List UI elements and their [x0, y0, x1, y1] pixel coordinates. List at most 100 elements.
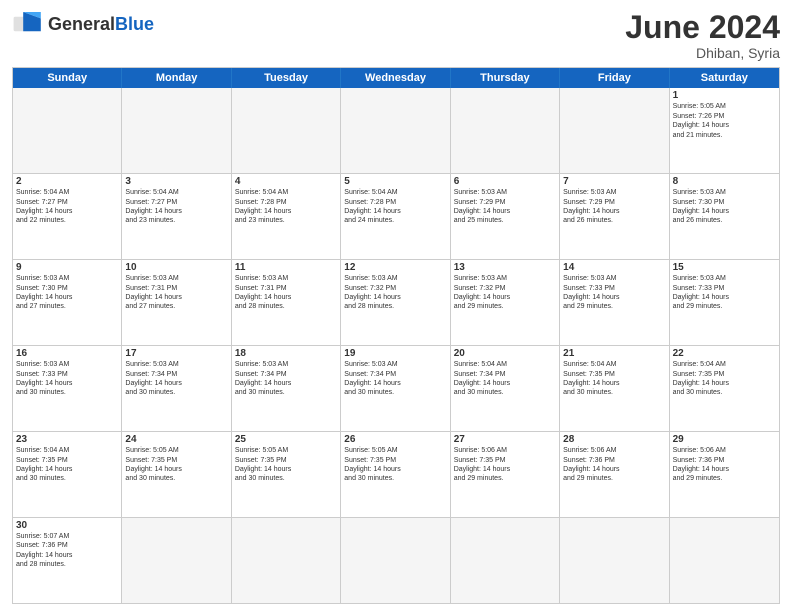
day-info: Sunrise: 5:03 AM Sunset: 7:32 PM Dayligh… — [344, 274, 446, 312]
calendar-cell-r2-c2: 11Sunrise: 5:03 AM Sunset: 7:31 PM Dayli… — [232, 260, 341, 345]
day-info: Sunrise: 5:03 AM Sunset: 7:34 PM Dayligh… — [344, 360, 446, 398]
calendar: Sunday Monday Tuesday Wednesday Thursday… — [12, 67, 780, 604]
calendar-cell-r3-c2: 18Sunrise: 5:03 AM Sunset: 7:34 PM Dayli… — [232, 346, 341, 431]
calendar-cell-r1-c6: 8Sunrise: 5:03 AM Sunset: 7:30 PM Daylig… — [670, 174, 779, 259]
calendar-cell-r3-c5: 21Sunrise: 5:04 AM Sunset: 7:35 PM Dayli… — [560, 346, 669, 431]
calendar-row-1: 2Sunrise: 5:04 AM Sunset: 7:27 PM Daylig… — [13, 173, 779, 259]
day-number: 20 — [454, 348, 556, 359]
calendar-cell-r3-c1: 17Sunrise: 5:03 AM Sunset: 7:34 PM Dayli… — [122, 346, 231, 431]
day-number: 7 — [563, 176, 665, 187]
day-number: 17 — [125, 348, 227, 359]
day-info: Sunrise: 5:05 AM Sunset: 7:35 PM Dayligh… — [344, 446, 446, 484]
day-info: Sunrise: 5:03 AM Sunset: 7:30 PM Dayligh… — [16, 274, 118, 312]
calendar-cell-r2-c0: 9Sunrise: 5:03 AM Sunset: 7:30 PM Daylig… — [13, 260, 122, 345]
logo: GeneralBlue — [12, 10, 154, 38]
day-number: 12 — [344, 262, 446, 273]
header-thursday: Thursday — [451, 68, 560, 88]
day-info: Sunrise: 5:03 AM Sunset: 7:33 PM Dayligh… — [673, 274, 776, 312]
day-info: Sunrise: 5:06 AM Sunset: 7:36 PM Dayligh… — [563, 446, 665, 484]
calendar-cell-r1-c3: 5Sunrise: 5:04 AM Sunset: 7:28 PM Daylig… — [341, 174, 450, 259]
day-info: Sunrise: 5:03 AM Sunset: 7:29 PM Dayligh… — [563, 188, 665, 226]
day-number: 26 — [344, 434, 446, 445]
day-number: 5 — [344, 176, 446, 187]
calendar-cell-r4-c0: 23Sunrise: 5:04 AM Sunset: 7:35 PM Dayli… — [13, 432, 122, 517]
day-number: 18 — [235, 348, 337, 359]
header-sunday: Sunday — [13, 68, 122, 88]
calendar-cell-r5-c1 — [122, 518, 231, 603]
calendar-cell-r1-c4: 6Sunrise: 5:03 AM Sunset: 7:29 PM Daylig… — [451, 174, 560, 259]
location: Dhiban, Syria — [625, 45, 780, 61]
day-info: Sunrise: 5:03 AM Sunset: 7:33 PM Dayligh… — [563, 274, 665, 312]
calendar-cell-r0-c1 — [122, 88, 231, 173]
header: GeneralBlue June 2024 Dhiban, Syria — [12, 10, 780, 61]
calendar-cell-r0-c2 — [232, 88, 341, 173]
calendar-cell-r4-c5: 28Sunrise: 5:06 AM Sunset: 7:36 PM Dayli… — [560, 432, 669, 517]
day-number: 29 — [673, 434, 776, 445]
header-saturday: Saturday — [670, 68, 779, 88]
day-info: Sunrise: 5:04 AM Sunset: 7:28 PM Dayligh… — [235, 188, 337, 226]
calendar-row-4: 23Sunrise: 5:04 AM Sunset: 7:35 PM Dayli… — [13, 431, 779, 517]
calendar-cell-r3-c4: 20Sunrise: 5:04 AM Sunset: 7:34 PM Dayli… — [451, 346, 560, 431]
day-number: 25 — [235, 434, 337, 445]
day-info: Sunrise: 5:03 AM Sunset: 7:31 PM Dayligh… — [125, 274, 227, 312]
calendar-cell-r5-c5 — [560, 518, 669, 603]
calendar-cell-r4-c3: 26Sunrise: 5:05 AM Sunset: 7:35 PM Dayli… — [341, 432, 450, 517]
calendar-cell-r3-c6: 22Sunrise: 5:04 AM Sunset: 7:35 PM Dayli… — [670, 346, 779, 431]
day-info: Sunrise: 5:04 AM Sunset: 7:34 PM Dayligh… — [454, 360, 556, 398]
day-info: Sunrise: 5:06 AM Sunset: 7:36 PM Dayligh… — [673, 446, 776, 484]
day-number: 8 — [673, 176, 776, 187]
day-info: Sunrise: 5:06 AM Sunset: 7:35 PM Dayligh… — [454, 446, 556, 484]
day-info: Sunrise: 5:04 AM Sunset: 7:35 PM Dayligh… — [673, 360, 776, 398]
calendar-cell-r2-c3: 12Sunrise: 5:03 AM Sunset: 7:32 PM Dayli… — [341, 260, 450, 345]
calendar-row-2: 9Sunrise: 5:03 AM Sunset: 7:30 PM Daylig… — [13, 259, 779, 345]
calendar-cell-r4-c6: 29Sunrise: 5:06 AM Sunset: 7:36 PM Dayli… — [670, 432, 779, 517]
header-wednesday: Wednesday — [341, 68, 450, 88]
day-number: 28 — [563, 434, 665, 445]
header-friday: Friday — [560, 68, 669, 88]
day-info: Sunrise: 5:04 AM Sunset: 7:27 PM Dayligh… — [16, 188, 118, 226]
calendar-row-5: 30Sunrise: 5:07 AM Sunset: 7:36 PM Dayli… — [13, 517, 779, 603]
day-number: 19 — [344, 348, 446, 359]
day-number: 3 — [125, 176, 227, 187]
title-block: June 2024 Dhiban, Syria — [625, 10, 780, 61]
day-number: 4 — [235, 176, 337, 187]
calendar-cell-r4-c1: 24Sunrise: 5:05 AM Sunset: 7:35 PM Dayli… — [122, 432, 231, 517]
calendar-cell-r4-c2: 25Sunrise: 5:05 AM Sunset: 7:35 PM Dayli… — [232, 432, 341, 517]
calendar-cell-r1-c1: 3Sunrise: 5:04 AM Sunset: 7:27 PM Daylig… — [122, 174, 231, 259]
calendar-body: 1Sunrise: 5:05 AM Sunset: 7:26 PM Daylig… — [13, 88, 779, 603]
day-info: Sunrise: 5:03 AM Sunset: 7:31 PM Dayligh… — [235, 274, 337, 312]
day-info: Sunrise: 5:04 AM Sunset: 7:35 PM Dayligh… — [16, 446, 118, 484]
day-number: 16 — [16, 348, 118, 359]
day-info: Sunrise: 5:03 AM Sunset: 7:29 PM Dayligh… — [454, 188, 556, 226]
logo-icon — [12, 10, 44, 38]
day-number: 13 — [454, 262, 556, 273]
day-number: 11 — [235, 262, 337, 273]
page: GeneralBlue June 2024 Dhiban, Syria Sund… — [0, 0, 792, 612]
calendar-cell-r5-c2 — [232, 518, 341, 603]
day-info: Sunrise: 5:04 AM Sunset: 7:27 PM Dayligh… — [125, 188, 227, 226]
day-info: Sunrise: 5:03 AM Sunset: 7:33 PM Dayligh… — [16, 360, 118, 398]
calendar-cell-r3-c0: 16Sunrise: 5:03 AM Sunset: 7:33 PM Dayli… — [13, 346, 122, 431]
calendar-cell-r5-c6 — [670, 518, 779, 603]
header-monday: Monday — [122, 68, 231, 88]
calendar-cell-r0-c0 — [13, 88, 122, 173]
calendar-cell-r0-c5 — [560, 88, 669, 173]
header-tuesday: Tuesday — [232, 68, 341, 88]
calendar-cell-r5-c3 — [341, 518, 450, 603]
calendar-cell-r2-c5: 14Sunrise: 5:03 AM Sunset: 7:33 PM Dayli… — [560, 260, 669, 345]
calendar-cell-r2-c6: 15Sunrise: 5:03 AM Sunset: 7:33 PM Dayli… — [670, 260, 779, 345]
calendar-cell-r2-c4: 13Sunrise: 5:03 AM Sunset: 7:32 PM Dayli… — [451, 260, 560, 345]
day-number: 14 — [563, 262, 665, 273]
day-info: Sunrise: 5:04 AM Sunset: 7:35 PM Dayligh… — [563, 360, 665, 398]
day-number: 23 — [16, 434, 118, 445]
day-number: 15 — [673, 262, 776, 273]
calendar-cell-r3-c3: 19Sunrise: 5:03 AM Sunset: 7:34 PM Dayli… — [341, 346, 450, 431]
day-number: 2 — [16, 176, 118, 187]
day-info: Sunrise: 5:07 AM Sunset: 7:36 PM Dayligh… — [16, 532, 118, 570]
day-number: 1 — [673, 90, 776, 101]
calendar-cell-r1-c0: 2Sunrise: 5:04 AM Sunset: 7:27 PM Daylig… — [13, 174, 122, 259]
logo-text: GeneralBlue — [48, 14, 154, 35]
calendar-cell-r4-c4: 27Sunrise: 5:06 AM Sunset: 7:35 PM Dayli… — [451, 432, 560, 517]
day-info: Sunrise: 5:05 AM Sunset: 7:26 PM Dayligh… — [673, 102, 776, 140]
month-title: June 2024 — [625, 10, 780, 45]
